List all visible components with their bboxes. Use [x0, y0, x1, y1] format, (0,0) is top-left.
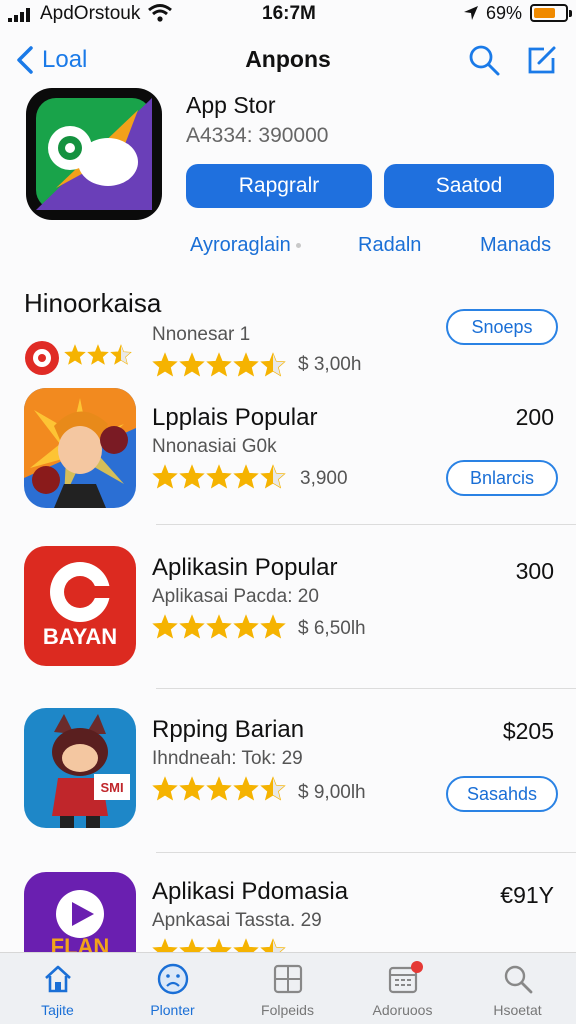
tab-search[interactable]: Hsoetat	[460, 953, 575, 1024]
ninja-game-icon: SMI	[24, 708, 136, 828]
star-icon	[152, 352, 178, 377]
app-name: Aplikasi Pdomasia	[152, 878, 349, 905]
star-icon	[179, 464, 205, 489]
svg-text:SMI: SMI	[100, 780, 123, 795]
search-icon[interactable]	[468, 44, 500, 76]
star-icon	[260, 464, 286, 489]
segment-tab-2[interactable]: Radaln	[358, 234, 421, 257]
hero-app-subtitle: A4334: 390000	[186, 124, 329, 147]
star-icon	[152, 614, 178, 639]
tab-label: Hsoetat	[493, 1002, 542, 1018]
tab-home[interactable]: Tajite	[0, 953, 115, 1024]
star-icon	[260, 776, 286, 801]
tab-label: Plonter	[150, 1002, 195, 1018]
compose-icon[interactable]	[526, 44, 558, 76]
star-icon	[179, 776, 205, 801]
bird-logo-icon	[36, 98, 152, 210]
bayan-icon: BAYAN	[24, 546, 136, 666]
star-icon	[110, 344, 132, 365]
rating-stars	[64, 344, 132, 368]
star-icon	[260, 352, 286, 377]
grid-icon	[273, 964, 302, 994]
star-icon	[206, 776, 232, 801]
face-icon	[157, 963, 188, 995]
star-icon	[260, 614, 286, 639]
battery-icon	[530, 4, 568, 22]
star-icon	[206, 352, 232, 377]
tab-label: Tajite	[41, 1002, 74, 1018]
app-subtitle: Nnonesar 1	[152, 324, 251, 345]
search-icon	[504, 965, 532, 994]
secondary-action-button[interactable]: Saatod	[384, 164, 554, 208]
app-meta: 3,900	[300, 468, 348, 489]
hero-app-name: App Stor	[186, 92, 276, 118]
battery-tip	[569, 10, 572, 17]
app-subtitle: Nnonasiai G0k	[152, 436, 277, 457]
hero-game-icon	[24, 388, 136, 508]
divider	[156, 524, 576, 525]
location-arrow-icon	[464, 6, 478, 20]
wifi-icon	[148, 4, 172, 22]
app-action-button[interactable]: Bnlarcis	[446, 460, 558, 496]
star-icon	[152, 776, 178, 801]
app-subtitle: Ihndneah: Tok: 29	[152, 748, 303, 769]
app-price: 300	[515, 558, 554, 584]
segment-dot	[295, 243, 301, 249]
signal-icon	[8, 8, 30, 22]
clock: 16:7M	[262, 3, 316, 24]
carrier-name: ApdOrstouk	[40, 3, 141, 24]
red-chat-icon	[25, 341, 59, 375]
star-icon	[233, 776, 259, 801]
rating-stars	[152, 464, 286, 489]
star-icon	[233, 464, 259, 489]
section-title: Hinoorkaisa	[24, 288, 162, 318]
star-icon	[152, 464, 178, 489]
tab-folders[interactable]: Folpeids	[230, 953, 345, 1024]
segment-tab-1[interactable]: Ayroraglain	[190, 234, 301, 257]
star-icon	[206, 464, 232, 489]
app-price: 200	[515, 404, 554, 430]
star-icon	[233, 614, 259, 639]
star-icon	[87, 344, 109, 365]
star-icon	[233, 352, 259, 377]
tab-planner[interactable]: Plonter	[115, 953, 230, 1024]
app-price: $205	[502, 718, 554, 744]
notification-badge	[411, 961, 423, 973]
app-name: Aplikasin Popular	[152, 554, 338, 581]
divider	[156, 852, 576, 853]
star-icon	[206, 614, 232, 639]
app-action-button[interactable]: Snoeps	[446, 309, 558, 345]
tab-label: Adoruoos	[372, 1002, 433, 1018]
app-store-icon[interactable]	[26, 88, 162, 220]
battery-percent: 69%	[486, 3, 523, 23]
tab-label: Folpeids	[261, 1002, 314, 1018]
rating-stars	[152, 776, 286, 801]
app-action-button[interactable]: Sasahds	[446, 776, 558, 812]
svg-text:BAYAN: BAYAN	[43, 624, 117, 649]
star-icon	[179, 614, 205, 639]
app-meta: $ 6,50lh	[298, 618, 366, 639]
app-subtitle: Apnkasai Tassta. 29	[152, 910, 322, 931]
tab-bar: Tajite Plonter Folpeids Adoruoos Hsoetat	[0, 952, 576, 1024]
app-name: Rpping Barian	[152, 716, 305, 743]
segment-tab-3[interactable]: Manads	[480, 234, 551, 257]
app-meta: $ 3,00h	[298, 354, 362, 375]
app-meta: $ 9,00lh	[298, 782, 366, 803]
rating-stars	[152, 352, 286, 377]
home-icon	[44, 965, 71, 993]
app-subtitle: Aplikasai Pacda: 20	[152, 586, 319, 607]
tab-updates[interactable]: Adoruoos	[345, 953, 460, 1024]
app-price: €91Y	[500, 882, 554, 908]
rating-stars	[152, 614, 286, 639]
divider	[156, 688, 576, 689]
primary-action-button[interactable]: Rapgralr	[186, 164, 372, 208]
star-icon	[64, 344, 86, 365]
status-bar: ApdOrstouk 16:7M 69%	[0, 0, 576, 30]
app-name: Lpplais Popular	[152, 404, 318, 431]
star-icon	[179, 352, 205, 377]
